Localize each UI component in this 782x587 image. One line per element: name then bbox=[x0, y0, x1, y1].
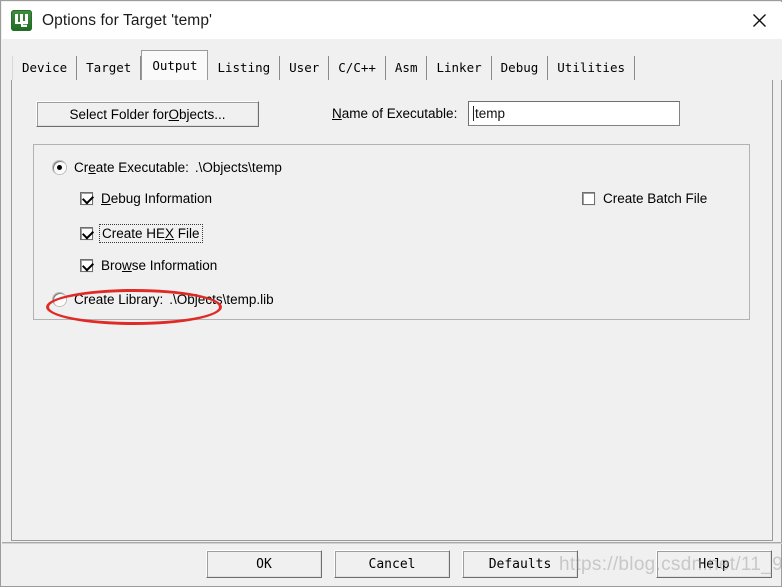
debug-information-label: Debug Information bbox=[101, 191, 213, 206]
checkbox-icon bbox=[582, 192, 595, 205]
exec-label-accel: N bbox=[332, 106, 342, 121]
options-dialog: Options for Target 'temp' Device Target … bbox=[0, 0, 782, 587]
select-folder-label-post: bjects... bbox=[179, 106, 226, 122]
create-hex-file-checkbox-row[interactable]: Create HEX File bbox=[80, 224, 203, 243]
checkbox-icon bbox=[80, 259, 93, 272]
browse-information-label: Browse Information bbox=[101, 258, 218, 273]
tab-asm[interactable]: Asm bbox=[385, 56, 428, 80]
text-caret bbox=[473, 106, 474, 121]
debug-information-checkbox-row[interactable]: Debug Information bbox=[80, 191, 212, 206]
tab-target[interactable]: Target bbox=[77, 56, 142, 80]
create-library-label: Create Library: bbox=[74, 292, 164, 307]
create-executable-radio-row[interactable]: Create Executable: .\Objects\temp bbox=[53, 160, 282, 175]
exec-label-post: ame of Executable: bbox=[341, 106, 458, 121]
ok-button[interactable]: OK bbox=[206, 550, 322, 578]
create-batch-file-checkbox-row[interactable]: Create Batch File bbox=[582, 191, 707, 206]
checkbox-icon bbox=[80, 192, 93, 205]
output-tab-panel: Select Folder for Objects... Name of Exe… bbox=[11, 80, 773, 541]
create-batch-file-label: Create Batch File bbox=[603, 191, 708, 206]
keil-uvision-icon bbox=[11, 10, 32, 31]
name-of-executable-input[interactable]: temp bbox=[468, 101, 680, 126]
tab-listing[interactable]: Listing bbox=[208, 56, 281, 80]
footer-separator bbox=[2, 542, 782, 544]
tab-utilities[interactable]: Utilities bbox=[548, 56, 636, 80]
create-executable-label: Create Executable: bbox=[74, 160, 189, 175]
create-library-radio-row[interactable]: Create Library: .\Objects\temp.lib bbox=[53, 292, 274, 307]
tab-strip: Device Target Output Listing User C/C++ … bbox=[2, 39, 782, 80]
tab-device[interactable]: Device bbox=[12, 56, 78, 80]
create-executable-path: .\Objects\temp bbox=[194, 160, 282, 175]
radio-button-icon bbox=[53, 161, 66, 174]
select-folder-for-objects-button[interactable]: Select Folder for Objects... bbox=[36, 101, 259, 127]
create-library-path: .\Objects\temp.lib bbox=[169, 292, 274, 307]
close-button[interactable] bbox=[736, 2, 782, 39]
browse-information-checkbox-row[interactable]: Browse Information bbox=[80, 258, 217, 273]
cancel-button[interactable]: Cancel bbox=[334, 550, 450, 578]
select-folder-label-pre: Select Folder for bbox=[69, 106, 169, 122]
window-title: Options for Target 'temp' bbox=[42, 11, 213, 29]
name-of-executable-label: Name of Executable: bbox=[332, 106, 457, 121]
tab-c-cpp[interactable]: C/C++ bbox=[329, 56, 386, 80]
name-of-executable-value: temp bbox=[475, 106, 506, 121]
create-hex-file-label: Create HEX File bbox=[99, 224, 203, 243]
tab-output[interactable]: Output bbox=[141, 50, 209, 80]
radio-button-icon bbox=[53, 293, 66, 306]
tab-user[interactable]: User bbox=[280, 56, 330, 80]
tab-list: Device Target Output Listing User C/C++ … bbox=[12, 44, 636, 80]
select-folder-label-accel: O bbox=[168, 106, 180, 122]
tab-linker[interactable]: Linker bbox=[427, 56, 492, 80]
output-options-group: Create Executable: .\Objects\temp Debug … bbox=[33, 144, 750, 320]
tab-debug[interactable]: Debug bbox=[491, 56, 549, 80]
checkbox-icon bbox=[80, 227, 93, 240]
help-button[interactable]: Help bbox=[656, 550, 772, 578]
title-bar: Options for Target 'temp' bbox=[2, 2, 782, 39]
defaults-button[interactable]: Defaults bbox=[462, 550, 578, 578]
close-icon bbox=[752, 14, 766, 27]
